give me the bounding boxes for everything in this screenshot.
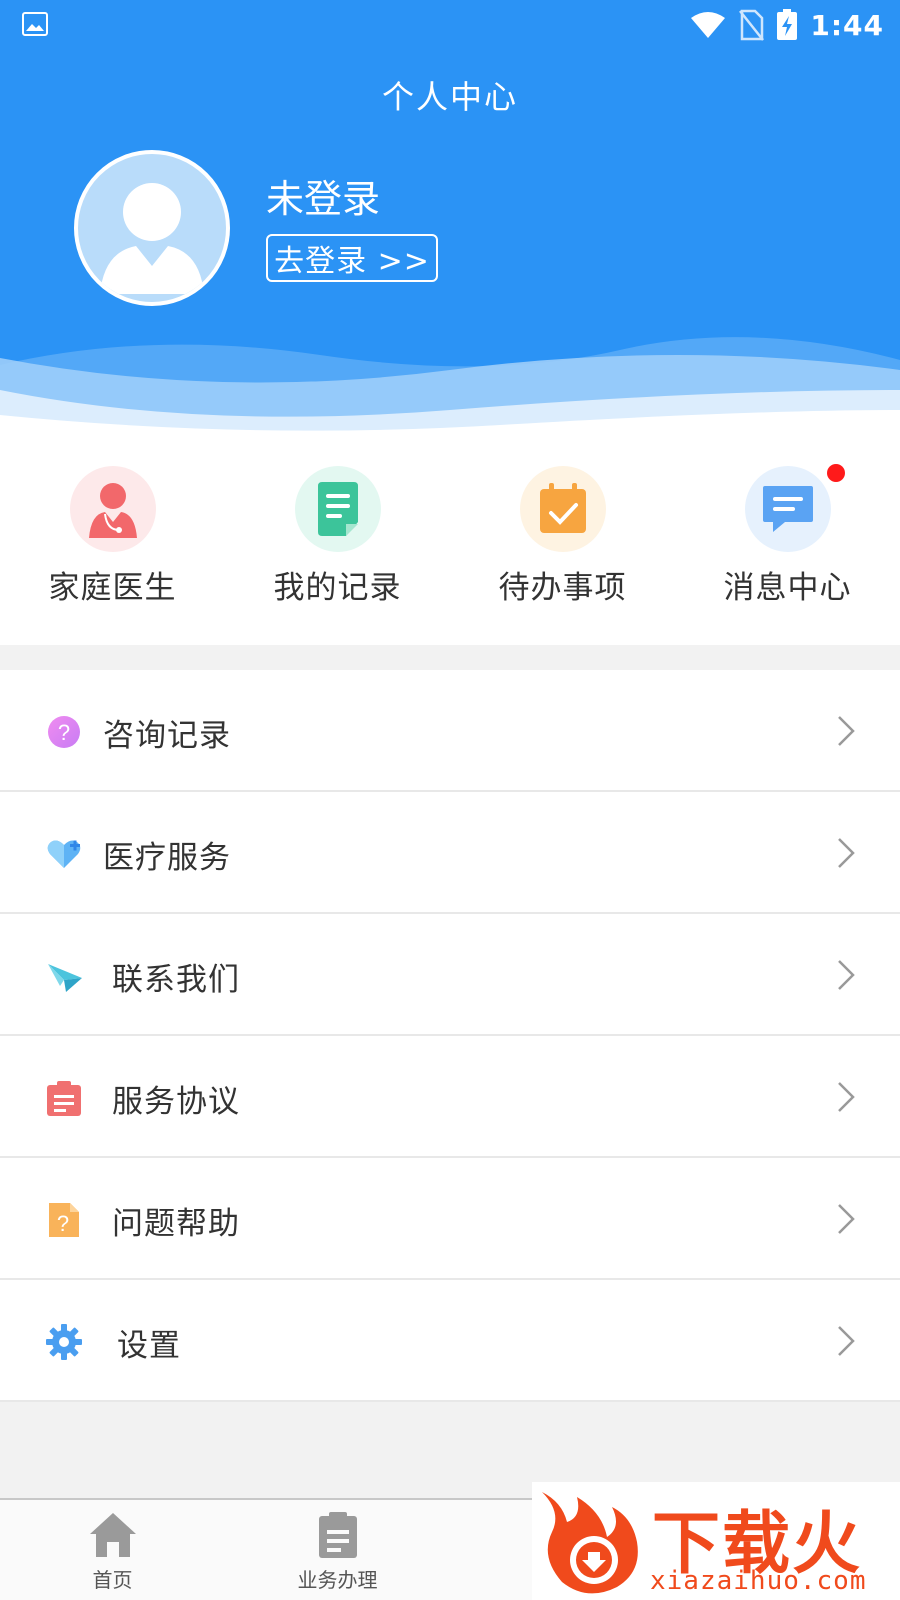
username: 未登录 [266,177,381,221]
chevron-right-icon [838,716,855,746]
chevron-right-icon [838,1204,855,1234]
unread-dot [827,464,845,482]
menu-help[interactable]: ? 问题帮助 [0,1158,900,1280]
paper-plane-icon [48,964,82,992]
status-time: 1:44 [810,8,884,42]
doctor-icon [89,483,137,538]
chevron-right-icon [838,960,855,990]
clipboard-icon [319,1512,357,1558]
quick-my-records[interactable]: 我的记录 [225,440,450,645]
status-bar: 1:44 [0,0,900,50]
wifi-icon [691,12,726,38]
menu-label: 联系我们 [112,962,240,998]
nav-label: 业务办理 [297,1568,378,1592]
clipboard-icon [47,1081,81,1116]
nav-label: 首页 [92,1568,133,1592]
quick-label: 待办事项 [498,570,627,606]
menu-consult-records[interactable]: ? 咨询记录 [0,670,900,792]
chevron-right-icon [838,1082,855,1112]
profile-header: 1:44 个人中心 未登录 去登录 >> [0,0,900,440]
todo-icon-bg [520,466,606,552]
menu-label: 设置 [117,1328,181,1364]
chevron-right-icon [838,1326,855,1356]
menu-list: ? 咨询记录 医疗服务 联系我们 服务协议 ? 问题帮助 设置 [0,670,900,1402]
quick-actions: 家庭医生 我的记录 待办事项 消息中心 [0,440,900,645]
no-sim-icon [739,9,765,41]
help-file-icon: ? [49,1203,79,1237]
header-wave [0,337,900,440]
menu-label: 咨询记录 [103,718,231,754]
quick-messages[interactable]: 消息中心 [675,440,900,645]
svg-text:?: ? [58,720,70,745]
nav-business[interactable]: 业务办理 [225,1500,450,1600]
image-notification-icon [22,12,48,36]
quick-label: 消息中心 [723,570,852,606]
menu-service-agreement[interactable]: 服务协议 [0,1036,900,1158]
quick-family-doctor[interactable]: 家庭医生 [0,440,225,645]
user-avatar-icon [100,183,204,294]
quick-label: 家庭医生 [48,570,177,606]
avatar[interactable] [74,150,230,306]
menu-contact-us[interactable]: 联系我们 [0,914,900,1036]
watermark-flame-logo [542,1492,638,1594]
record-icon-bg [295,466,381,552]
login-button[interactable]: 去登录 >> [266,234,438,282]
battery-charging-icon [777,9,798,40]
message-icon-bg [745,466,831,552]
watermark-url: xiazaihuo.com [650,1566,867,1596]
quick-todo[interactable]: 待办事项 [450,440,675,645]
doctor-icon-bg [70,466,156,552]
message-icon [763,486,813,532]
menu-label: 服务协议 [112,1084,240,1120]
nav-home[interactable]: 首页 [0,1500,225,1600]
question-bubble-icon: ? [48,716,80,748]
chevron-right-icon [838,838,855,868]
heart-plus-icon [47,840,81,868]
svg-text:?: ? [57,1211,69,1236]
gear-icon [46,1324,82,1360]
watermark: 下载火 xiazaihuo.com [532,1482,900,1600]
menu-settings[interactable]: 设置 [0,1280,900,1402]
quick-label: 我的记录 [273,570,402,606]
record-doc-icon [318,482,358,536]
menu-label: 医疗服务 [103,840,231,876]
menu-label: 问题帮助 [112,1206,240,1242]
calendar-check-icon [540,483,586,533]
menu-medical-service[interactable]: 医疗服务 [0,792,900,914]
home-icon [90,1513,136,1557]
page-title: 个人中心 [381,78,518,116]
